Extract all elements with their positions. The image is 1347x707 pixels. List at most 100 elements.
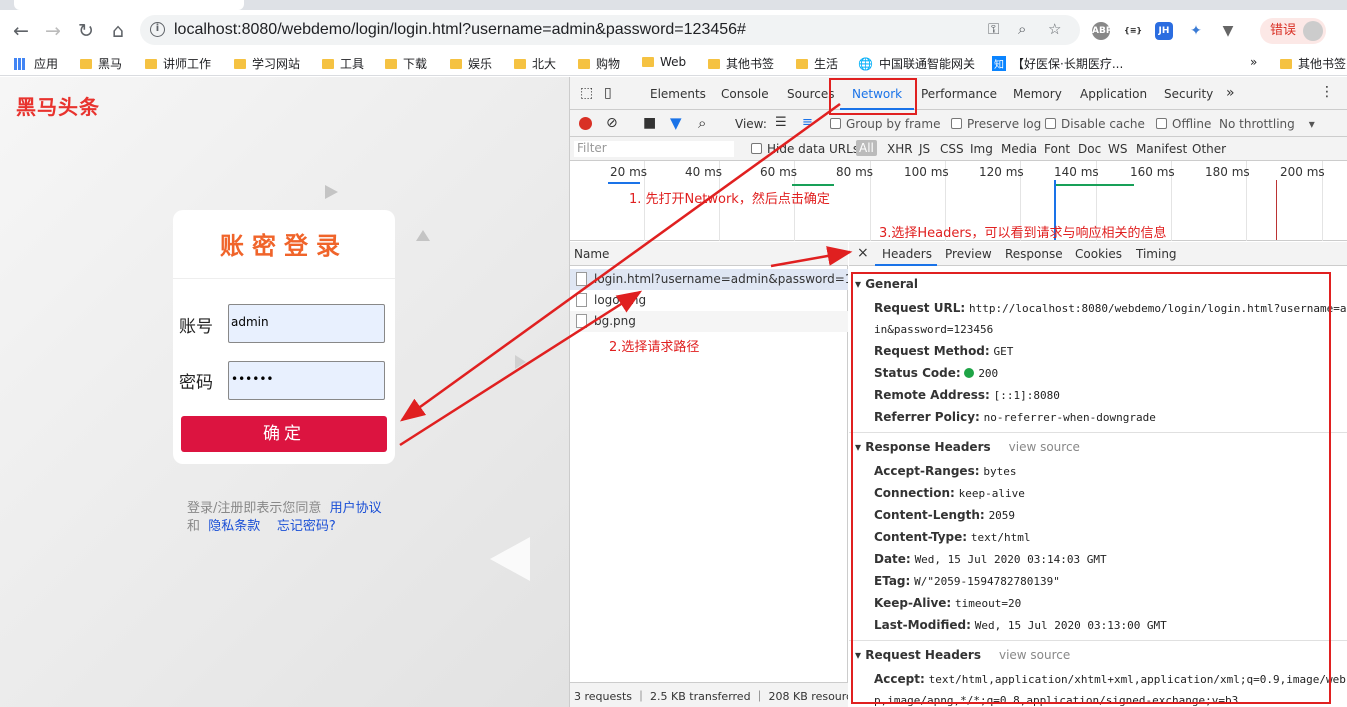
- bookmarks-overflow[interactable]: »: [1250, 55, 1257, 69]
- camera-icon[interactable]: ■: [643, 115, 656, 131]
- star-icon[interactable]: ☆: [1048, 20, 1061, 38]
- bookmark-folder[interactable]: 学习网站: [234, 55, 300, 72]
- inspect-icon[interactable]: ⬚: [580, 85, 593, 101]
- bookmark-folder[interactable]: 生活: [796, 55, 838, 72]
- zhihu-icon: 知: [992, 56, 1006, 71]
- list-view-icon[interactable]: ☰: [775, 115, 787, 130]
- bookmark-folder[interactable]: 下载: [385, 55, 427, 72]
- tab-preview[interactable]: Preview: [945, 247, 992, 261]
- login-page: 黑马头条 账密登录 账号 admin 密码 •••••• 确定 登录/注册即表示…: [0, 77, 569, 707]
- bookmark-apps[interactable]: 应用: [14, 55, 58, 72]
- filter-type-css[interactable]: CSS: [940, 142, 964, 156]
- password-input[interactable]: ••••••: [228, 361, 385, 400]
- vue-extension-icon[interactable]: ▼: [1219, 22, 1237, 40]
- bookmark-folder[interactable]: 黑马: [80, 55, 122, 72]
- kebab-menu-icon[interactable]: ⋮: [1320, 84, 1334, 100]
- filter-icon[interactable]: ▼: [670, 114, 682, 132]
- close-icon[interactable]: ×: [857, 245, 869, 261]
- error-button[interactable]: 错误: [1260, 18, 1326, 44]
- tab-timing[interactable]: Timing: [1136, 247, 1177, 261]
- forgot-password-link[interactable]: 忘记密码?: [277, 519, 336, 534]
- name-column-header[interactable]: Name: [570, 242, 848, 266]
- url-text[interactable]: localhost:8080/webdemo/login/login.html?…: [174, 21, 746, 39]
- browser-tab[interactable]: [14, 0, 244, 10]
- request-row[interactable]: bg.png: [570, 311, 848, 332]
- bookmark-folder[interactable]: 北大: [514, 55, 556, 72]
- disable-cache-checkbox[interactable]: Disable cache: [1045, 117, 1145, 131]
- device-toggle-icon[interactable]: ▯: [604, 85, 612, 101]
- bookmark-folder[interactable]: 讲师工作: [145, 55, 211, 72]
- filter-input[interactable]: Filter: [574, 141, 734, 157]
- request-row[interactable]: logo.png: [570, 290, 848, 311]
- record-icon[interactable]: [579, 117, 592, 130]
- key-icon[interactable]: ⚿: [988, 20, 999, 38]
- filter-type-js[interactable]: JS: [919, 142, 930, 156]
- tick-label: 100 ms: [904, 165, 949, 179]
- clear-icon[interactable]: ⊘: [606, 115, 618, 131]
- bookmark-folder[interactable]: 其他书签: [708, 55, 774, 72]
- tab-security[interactable]: Security: [1164, 87, 1213, 101]
- bookmark-folder[interactable]: 娱乐: [450, 55, 492, 72]
- abp-extension-icon[interactable]: ABP: [1092, 22, 1112, 40]
- folder-icon: [385, 59, 397, 69]
- search-icon[interactable]: ⌕: [698, 114, 706, 132]
- preserve-log-checkbox[interactable]: Preserve log: [951, 117, 1041, 131]
- bookmark-link[interactable]: 知【好医保·长期医疗...: [992, 55, 1123, 72]
- bookmark-link[interactable]: 🌐 中国联通智能网关: [858, 55, 975, 72]
- filter-type-media[interactable]: Media: [1001, 142, 1037, 156]
- info-icon[interactable]: i: [150, 22, 165, 37]
- reload-icon[interactable]: ↻: [73, 18, 99, 44]
- user-agreement-link[interactable]: 用户协议: [330, 501, 382, 516]
- more-tabs-button[interactable]: »: [1226, 85, 1235, 101]
- devtools-tabbar: ⬚ ▯ Elements Console Sources Network Per…: [570, 77, 1347, 110]
- filter-type-manifest[interactable]: Manifest: [1136, 142, 1187, 156]
- jh-extension-icon[interactable]: JH: [1155, 22, 1173, 40]
- tab-sources[interactable]: Sources: [787, 87, 834, 101]
- forward-icon[interactable]: →: [40, 18, 66, 44]
- folder-icon: [642, 57, 654, 67]
- tab-performance[interactable]: Performance: [921, 87, 997, 101]
- json-extension-icon[interactable]: {≡}: [1124, 22, 1142, 40]
- offline-checkbox[interactable]: Offline: [1156, 117, 1211, 131]
- username-input[interactable]: admin: [228, 304, 385, 343]
- address-bar[interactable]: i localhost:8080/webdemo/login/login.htm…: [140, 15, 1080, 45]
- tab-console[interactable]: Console: [721, 87, 769, 101]
- filter-type-other[interactable]: Other: [1192, 142, 1226, 156]
- filter-type-font[interactable]: Font: [1044, 142, 1070, 156]
- bookmark-folder[interactable]: 购物: [578, 55, 620, 72]
- filter-type-all[interactable]: All: [856, 140, 877, 156]
- filter-type-ws[interactable]: WS: [1108, 142, 1127, 156]
- tick-label: 160 ms: [1130, 165, 1175, 179]
- privacy-link[interactable]: 隐私条款: [208, 519, 260, 534]
- folder-icon: [514, 59, 526, 69]
- filter-type-doc[interactable]: Doc: [1078, 142, 1101, 156]
- active-tab-indicator: [875, 264, 937, 266]
- folder-icon: [450, 59, 462, 69]
- zoom-icon[interactable]: ⌕: [1018, 20, 1026, 38]
- filter-type-xhr[interactable]: XHR: [887, 142, 913, 156]
- tab-response[interactable]: Response: [1005, 247, 1063, 261]
- back-icon[interactable]: ←: [8, 18, 34, 44]
- home-icon[interactable]: ⌂: [105, 18, 131, 44]
- browser-toolbar: ← → ↻ ⌂ i localhost:8080/webdemo/login/l…: [0, 10, 1347, 50]
- hide-data-urls-checkbox[interactable]: Hide data URLs: [751, 142, 859, 156]
- bookmark-folder[interactable]: 其他书签: [1280, 55, 1346, 72]
- tab-memory[interactable]: Memory: [1013, 87, 1062, 101]
- tab-cookies[interactable]: Cookies: [1075, 247, 1122, 261]
- bookmark-folder[interactable]: 工具: [322, 55, 364, 72]
- waterfall-view-icon[interactable]: ≡: [802, 115, 813, 130]
- bookmark-folder[interactable]: Web: [642, 55, 686, 69]
- detail-tabbar: × Headers Preview Response Cookies Timin…: [849, 242, 1347, 266]
- tab-headers[interactable]: Headers: [882, 247, 932, 261]
- throttling-select[interactable]: No throttling ▾: [1219, 117, 1315, 131]
- request-row[interactable]: login.html?username=admin&password=123..…: [570, 269, 848, 290]
- folder-icon: [708, 59, 720, 69]
- tab-application[interactable]: Application: [1080, 87, 1147, 101]
- bird-extension-icon[interactable]: ✦: [1187, 22, 1205, 40]
- group-by-frame-checkbox[interactable]: Group by frame: [830, 117, 940, 131]
- request-list: Name login.html?username=admin&password=…: [570, 242, 848, 682]
- confirm-button[interactable]: 确定: [181, 416, 387, 452]
- filter-type-img[interactable]: Img: [970, 142, 993, 156]
- login-card: 账密登录 账号 admin 密码 •••••• 确定: [173, 210, 395, 464]
- tab-elements[interactable]: Elements: [650, 87, 706, 101]
